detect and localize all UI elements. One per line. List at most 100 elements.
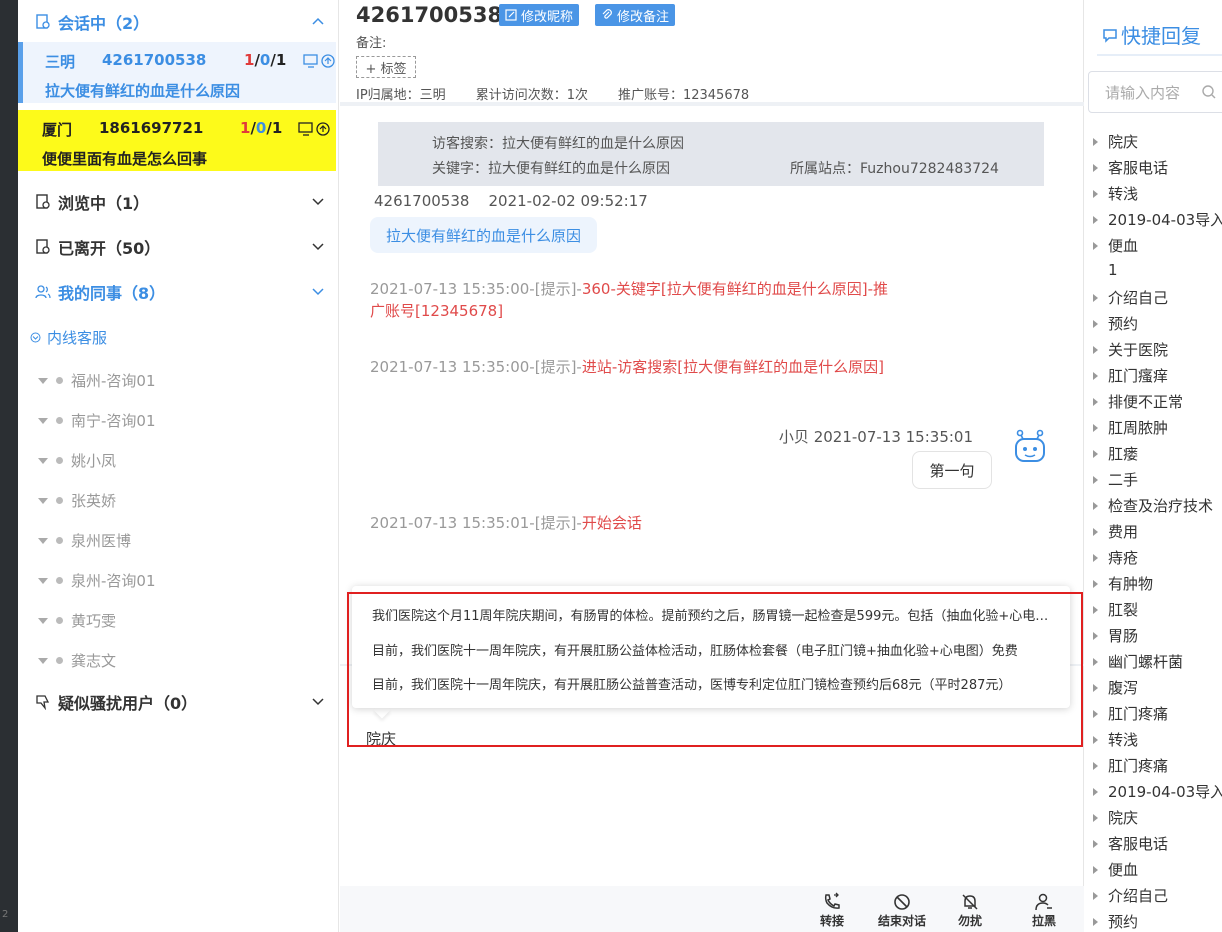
colleague-item[interactable]: 姚小凤	[38, 450, 116, 471]
quick-reply-label: 有肿物	[1108, 575, 1154, 593]
edit-note-button[interactable]: 修改备注	[595, 4, 676, 26]
session-number: 1861697721	[99, 119, 204, 137]
section-left[interactable]: 已离开（50）	[18, 225, 339, 269]
expand-triangle-icon	[1093, 579, 1098, 588]
section-in-session[interactable]: 会话中（2）	[18, 0, 339, 44]
group-label: 内线客服	[47, 329, 108, 347]
colleague-item[interactable]: 黄巧雯	[38, 610, 116, 631]
quick-reply-item[interactable]: 介绍自己	[1093, 287, 1168, 308]
colleague-item[interactable]: 泉州医博	[38, 530, 131, 551]
quick-reply-item[interactable]: 关于医院	[1093, 339, 1168, 360]
quick-reply-item[interactable]: 检查及治疗技术	[1093, 495, 1213, 516]
quick-reply-item[interactable]: 院庆	[1093, 807, 1138, 828]
quick-reply-item[interactable]: 客服电话	[1093, 157, 1168, 178]
chevron-down-icon[interactable]	[309, 237, 327, 255]
expand-triangle-icon	[38, 537, 48, 544]
suggestion-item[interactable]: 我们医院这个月11周年院庆期间，有肠胃的体检。提前预约之后，肠胃镜一起检查是59…	[372, 605, 1052, 624]
quick-reply-item[interactable]: 胃肠	[1093, 625, 1138, 646]
visitor-search: 访客搜索：拉大便有鲜红的血是什么原因	[432, 136, 684, 152]
quick-reply-panel: 快捷回复 请输入内容 院庆 客服电话 转浅 2019-04-03导入 便血 1 介绍自己 预约…	[1085, 0, 1222, 932]
quick-reply-item[interactable]: 肛周脓肿	[1093, 417, 1168, 438]
quick-reply-label: 肛门瘙痒	[1108, 367, 1169, 385]
chat-panel: 4261700538 修改昵称 修改备注 备注: + 标签 IP归属地：三明 累…	[340, 0, 1084, 932]
quick-reply-item[interactable]: 客服电话	[1093, 833, 1168, 854]
end-conversation-button[interactable]: 结束对话	[878, 892, 926, 929]
quick-reply-item[interactable]: 预约	[1093, 313, 1138, 334]
session-panel: 会话中（2） 三明 4261700538 1/0/1 拉大便有鲜红的血是什么原因…	[18, 0, 339, 932]
quick-reply-item[interactable]: 转浅	[1093, 183, 1138, 204]
colleague-item[interactable]: 南宁-咨询01	[38, 410, 156, 431]
block-button[interactable]: 拉黑	[1032, 892, 1056, 929]
quick-reply-item[interactable]: 有肿物	[1093, 573, 1153, 594]
quick-reply-title[interactable]: 快捷回复	[1101, 20, 1201, 49]
quick-reply-item[interactable]: 2019-04-03导入	[1093, 209, 1222, 230]
expand-triangle-icon	[38, 417, 48, 424]
edit-nickname-label: 修改昵称	[521, 9, 574, 25]
section-browsing[interactable]: 浏览中（1）	[18, 180, 339, 224]
session-item[interactable]: 厦门 1861697721 1/0/1 便便里面有血是怎么回事	[18, 110, 336, 171]
chevron-down-icon[interactable]	[309, 692, 327, 710]
transfer-button[interactable]: 转接	[820, 892, 844, 929]
expand-triangle-icon	[1093, 449, 1098, 458]
expand-triangle-icon	[38, 497, 48, 504]
quick-reply-item[interactable]: 便血	[1093, 235, 1138, 256]
chevron-down-icon[interactable]	[309, 282, 327, 300]
colleague-name: 龚志文	[71, 652, 117, 670]
quick-reply-item[interactable]: 转浅	[1093, 729, 1138, 750]
quick-reply-item[interactable]: 腹泻	[1093, 677, 1138, 698]
quick-reply-label: 痔疮	[1108, 549, 1139, 567]
session-last-message: 拉大便有鲜红的血是什么原因	[45, 82, 241, 100]
colleague-item[interactable]: 龚志文	[38, 650, 116, 671]
quick-reply-item[interactable]: 肛门疼痛	[1093, 703, 1168, 724]
quick-reply-item[interactable]: 便血	[1093, 859, 1138, 880]
add-tag-button[interactable]: + 标签	[356, 56, 416, 78]
quick-reply-label: 转浅	[1108, 185, 1139, 203]
quick-reply-item[interactable]: 肛门疼痛	[1093, 755, 1168, 776]
quick-reply-label: 肛门疼痛	[1108, 757, 1169, 775]
suggestion-item[interactable]: 目前，我们医院十一周年院庆，有开展肛肠公益普查活动，医博专利定位肛门镜检查预约后…	[372, 674, 1052, 693]
quick-reply-item[interactable]: 幽门螺杆菌	[1093, 651, 1183, 672]
visit-count: 累计访问次数：1次	[475, 88, 588, 103]
quick-reply-item[interactable]: 院庆	[1093, 131, 1138, 152]
section-suspicious-label: 疑似骚扰用户（0）	[58, 694, 198, 713]
quick-reply-item[interactable]: 肛门瘙痒	[1093, 365, 1168, 386]
search-icon[interactable]	[1201, 84, 1217, 100]
quick-reply-item[interactable]: 介绍自己	[1093, 885, 1168, 906]
quick-reply-item[interactable]: 肛瘘	[1093, 443, 1138, 464]
chevron-up-icon[interactable]	[309, 12, 327, 30]
colleague-item[interactable]: 泉州-咨询01	[38, 570, 156, 591]
colleague-name: 福州-咨询01	[71, 372, 156, 390]
message-input[interactable]: 院庆	[366, 728, 396, 749]
document-icon	[34, 13, 52, 31]
quick-reply-item[interactable]: 预约	[1093, 911, 1138, 932]
quick-reply-item[interactable]: 2019-04-03导入	[1093, 781, 1222, 802]
chevron-down-icon[interactable]	[309, 192, 327, 210]
quick-reply-label: 检查及治疗技术	[1108, 497, 1214, 515]
monitor-icon	[298, 122, 313, 136]
colleague-item[interactable]: 福州-咨询01	[38, 370, 156, 391]
offline-dot-icon	[56, 617, 63, 624]
visitor-message-meta: 4261700538 2021-02-02 09:52:17	[374, 192, 648, 210]
agent-message-meta: 小贝 2021-07-13 15:35:01	[778, 428, 973, 446]
expand-triangle-icon	[1093, 839, 1098, 848]
phone-transfer-icon	[824, 892, 840, 909]
suggestion-item[interactable]: 目前，我们医院十一周年院庆，有开展肛肠公益体检活动，肛肠体检套餐（电子肛门镜+抽…	[372, 640, 1052, 659]
session-item[interactable]: 三明 4261700538 1/0/1 拉大便有鲜红的血是什么原因	[18, 42, 336, 103]
quick-reply-item[interactable]: 费用	[1093, 521, 1138, 542]
group-internal-service[interactable]: 内线客服	[30, 327, 107, 348]
do-not-disturb-button[interactable]: 勿扰	[958, 892, 982, 929]
quick-reply-item[interactable]: 痔疮	[1093, 547, 1138, 568]
colleague-item[interactable]: 张英娇	[38, 490, 116, 511]
note-label: 备注:	[356, 36, 387, 51]
quick-reply-item[interactable]: 排便不正常	[1093, 391, 1183, 412]
quick-reply-label: 肛门疼痛	[1108, 705, 1169, 723]
quick-reply-item[interactable]: 肛裂	[1093, 599, 1138, 620]
edit-nickname-button[interactable]: 修改昵称	[499, 4, 580, 26]
section-browsing-label: 浏览中（1）	[58, 194, 150, 213]
quick-reply-search-input[interactable]: 请输入内容	[1088, 71, 1222, 113]
quick-reply-item[interactable]: 1	[1093, 261, 1118, 279]
quick-reply-item[interactable]: 二手	[1093, 469, 1138, 490]
section-suspicious[interactable]: 疑似骚扰用户（0）	[18, 680, 339, 724]
system-notice: 2021-07-13 15:35:00-[提示]-进站-访客搜索[拉大便有鲜红的…	[370, 358, 884, 376]
section-colleagues[interactable]: 我的同事（8）	[18, 270, 339, 314]
